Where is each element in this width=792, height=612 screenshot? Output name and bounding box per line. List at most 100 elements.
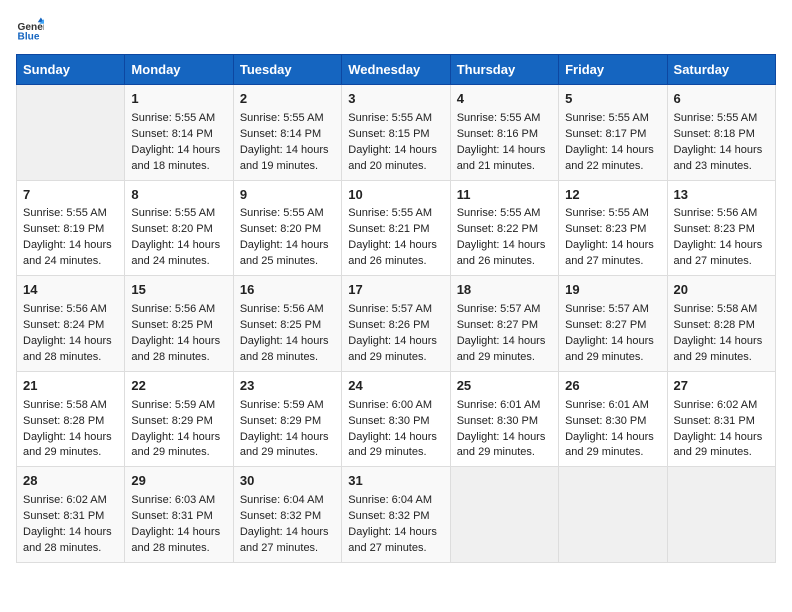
week-row-4: 28Sunrise: 6:02 AMSunset: 8:31 PMDayligh… (17, 467, 776, 563)
day-number: 12 (565, 186, 660, 205)
sunrise: Sunrise: 5:56 AM (23, 303, 107, 315)
daylight: Daylight: 14 hours and 28 minutes. (131, 335, 220, 363)
sunrise: Sunrise: 6:04 AM (240, 494, 324, 506)
calendar-cell (450, 467, 558, 563)
daylight: Daylight: 14 hours and 29 minutes. (240, 431, 329, 459)
calendar-cell: 18Sunrise: 5:57 AMSunset: 8:27 PMDayligh… (450, 276, 558, 372)
sunrise: Sunrise: 5:59 AM (240, 399, 324, 411)
daylight: Daylight: 14 hours and 20 minutes. (348, 144, 437, 172)
logo-icon: General Blue (16, 16, 44, 44)
calendar-cell (667, 467, 775, 563)
calendar-cell: 9Sunrise: 5:55 AMSunset: 8:20 PMDaylight… (233, 180, 341, 276)
daylight: Daylight: 14 hours and 24 minutes. (23, 239, 112, 267)
sunrise: Sunrise: 5:57 AM (565, 303, 649, 315)
day-number: 10 (348, 186, 443, 205)
sunset: Sunset: 8:28 PM (23, 415, 104, 427)
sunset: Sunset: 8:29 PM (131, 415, 212, 427)
sunset: Sunset: 8:14 PM (131, 128, 212, 140)
daylight: Daylight: 14 hours and 22 minutes. (565, 144, 654, 172)
calendar-cell: 14Sunrise: 5:56 AMSunset: 8:24 PMDayligh… (17, 276, 125, 372)
sunrise: Sunrise: 6:02 AM (674, 399, 758, 411)
sunset: Sunset: 8:15 PM (348, 128, 429, 140)
day-number: 26 (565, 377, 660, 396)
daylight: Daylight: 14 hours and 29 minutes. (565, 431, 654, 459)
sunset: Sunset: 8:31 PM (674, 415, 755, 427)
week-row-2: 14Sunrise: 5:56 AMSunset: 8:24 PMDayligh… (17, 276, 776, 372)
calendar-cell: 23 Sunrise: 5:59 AM Sunset: 8:29 PM Dayligh… (233, 371, 341, 467)
header: General Blue (16, 16, 776, 44)
daylight: Daylight: 14 hours and 26 minutes. (348, 239, 437, 267)
header-saturday: Saturday (667, 55, 775, 85)
sunrise: Sunrise: 5:56 AM (240, 303, 324, 315)
day-number: 13 (674, 186, 769, 205)
sunrise: Sunrise: 5:55 AM (457, 207, 541, 219)
calendar-cell: 24Sunrise: 6:00 AMSunset: 8:30 PMDayligh… (342, 371, 450, 467)
daylight: Daylight: 14 hours and 25 minutes. (240, 239, 329, 267)
logo: General Blue (16, 16, 48, 44)
sunrise: Sunrise: 5:55 AM (348, 112, 432, 124)
calendar-cell: 30Sunrise: 6:04 AMSunset: 8:32 PMDayligh… (233, 467, 341, 563)
sunrise: Sunrise: 6:01 AM (565, 399, 649, 411)
sunrise: Sunrise: 6:00 AM (348, 399, 432, 411)
sunset: Sunset: 8:32 PM (240, 510, 321, 522)
sunrise: Sunrise: 6:02 AM (23, 494, 107, 506)
week-row-0: 1Sunrise: 5:55 AMSunset: 8:14 PMDaylight… (17, 85, 776, 181)
daylight: Daylight: 14 hours and 29 minutes. (348, 335, 437, 363)
sunset: Sunset: 8:18 PM (674, 128, 755, 140)
sunset: Sunset: 8:25 PM (240, 319, 321, 331)
day-number: 20 (674, 281, 769, 300)
sunrise: Sunrise: 6:04 AM (348, 494, 432, 506)
daylight: Daylight: 14 hours and 27 minutes. (565, 239, 654, 267)
header-sunday: Sunday (17, 55, 125, 85)
sunrise: Sunrise: 5:55 AM (131, 112, 215, 124)
sunrise: Sunrise: 5:55 AM (565, 207, 649, 219)
day-number: 11 (457, 186, 552, 205)
sunrise: Sunrise: 5:55 AM (240, 112, 324, 124)
day-number: 9 (240, 186, 335, 205)
calendar-cell: 25Sunrise: 6:01 AMSunset: 8:30 PMDayligh… (450, 371, 558, 467)
sunset: Sunset: 8:27 PM (457, 319, 538, 331)
sunset: Sunset: 8:20 PM (240, 223, 321, 235)
header-wednesday: Wednesday (342, 55, 450, 85)
sunset: Sunset: 8:31 PM (23, 510, 104, 522)
calendar-cell: 2Sunrise: 5:55 AMSunset: 8:14 PMDaylight… (233, 85, 341, 181)
calendar-cell: 28Sunrise: 6:02 AMSunset: 8:31 PMDayligh… (17, 467, 125, 563)
daylight: Daylight: 14 hours and 29 minutes. (457, 431, 546, 459)
calendar-cell: 3 Sunrise: 5:55 AM Sunset: 8:15 PM Daylight… (342, 85, 450, 181)
calendar-cell: 15Sunrise: 5:56 AMSunset: 8:25 PMDayligh… (125, 276, 233, 372)
calendar-cell: 26Sunrise: 6:01 AMSunset: 8:30 PMDayligh… (559, 371, 667, 467)
calendar-cell: 10Sunrise: 5:55 AMSunset: 8:21 PMDayligh… (342, 180, 450, 276)
week-row-3: 21Sunrise: 5:58 AMSunset: 8:28 PMDayligh… (17, 371, 776, 467)
sunrise: Sunrise: 5:55 AM (131, 207, 215, 219)
day-number: 22 (131, 377, 226, 396)
day-number: 18 (457, 281, 552, 300)
day-number: 3 (348, 90, 443, 109)
day-number: 4 (457, 90, 552, 109)
sunset: Sunset: 8:29 PM (240, 415, 321, 427)
calendar-cell: 4Sunrise: 5:55 AMSunset: 8:16 PMDaylight… (450, 85, 558, 181)
sunrise: Sunrise: 5:56 AM (131, 303, 215, 315)
day-number: 29 (131, 472, 226, 491)
svg-text:Blue: Blue (18, 31, 40, 42)
calendar-cell: 11Sunrise: 5:55 AMSunset: 8:22 PMDayligh… (450, 180, 558, 276)
calendar-cell: 19Sunrise: 5:57 AMSunset: 8:27 PMDayligh… (559, 276, 667, 372)
sunrise: Sunrise: 5:55 AM (348, 207, 432, 219)
calendar-cell: 22Sunrise: 5:59 AMSunset: 8:29 PMDayligh… (125, 371, 233, 467)
sunset: Sunset: 8:16 PM (457, 128, 538, 140)
calendar-cell: 8Sunrise: 5:55 AMSunset: 8:20 PMDaylight… (125, 180, 233, 276)
calendar-cell: 13Sunrise: 5:56 AMSunset: 8:23 PMDayligh… (667, 180, 775, 276)
daylight: Daylight: 14 hours and 28 minutes. (23, 526, 112, 554)
day-number: 23 (240, 377, 335, 396)
calendar-table: SundayMondayTuesdayWednesdayThursdayFrid… (16, 54, 776, 563)
day-number: 14 (23, 281, 118, 300)
daylight: Daylight: 14 hours and 23 minutes. (674, 144, 763, 172)
sunrise: Sunrise: 5:55 AM (565, 112, 649, 124)
day-number: 27 (674, 377, 769, 396)
sunset: Sunset: 8:32 PM (348, 510, 429, 522)
daylight: Daylight: 14 hours and 28 minutes. (131, 526, 220, 554)
day-number: 30 (240, 472, 335, 491)
calendar-cell: 12Sunrise: 5:55 AMSunset: 8:23 PMDayligh… (559, 180, 667, 276)
day-number: 21 (23, 377, 118, 396)
daylight: Daylight: 14 hours and 29 minutes. (565, 335, 654, 363)
daylight: Daylight: 14 hours and 29 minutes. (674, 431, 763, 459)
